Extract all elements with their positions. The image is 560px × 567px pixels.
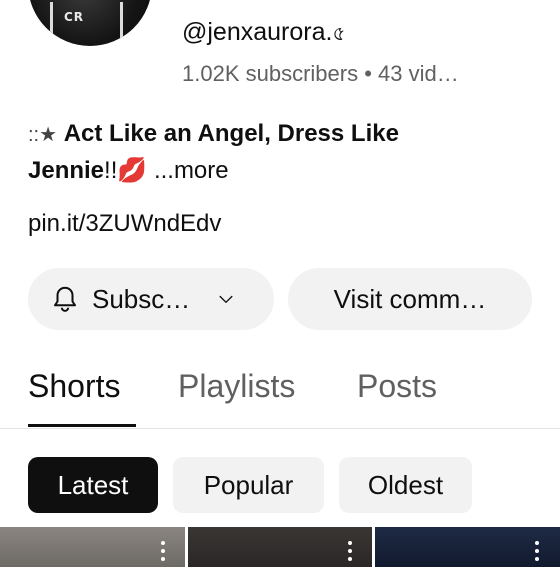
short-thumbnail[interactable] (188, 527, 372, 567)
channel-avatar[interactable]: CR (28, 0, 152, 46)
more-link[interactable]: ...more (154, 157, 229, 184)
visit-community-label: Visit comm… (333, 283, 487, 314)
subscribe-label: Subsc… (92, 283, 191, 314)
bio-line-1: Act Like an Angel, Dress Like (63, 120, 399, 147)
tab-shorts[interactable]: Shorts (28, 368, 120, 405)
chevron-down-icon (219, 295, 233, 303)
active-tab-indicator (28, 424, 136, 427)
visit-community-button[interactable]: Visit comm… (288, 268, 532, 330)
bio-exclaim: !! (104, 157, 118, 184)
bio-name: Jennie (28, 157, 105, 184)
short-thumbnail[interactable] (0, 527, 185, 567)
tab-playlists[interactable]: Playlists (178, 368, 295, 405)
tab-posts[interactable]: Posts (357, 368, 437, 405)
handle-mark: ৫ (332, 23, 346, 45)
channel-description[interactable]: ::★ Act Like an Angel, Dress Like Jennie… (28, 116, 528, 189)
more-options-icon[interactable] (161, 541, 165, 565)
channel-stats: 1.02K subscribers • 43 vid… (182, 61, 459, 86)
avatar-decoration (50, 2, 53, 42)
channel-handle: @jenxaurora.৫ (182, 18, 345, 52)
bio-prefix: ::★ (28, 124, 58, 146)
avatar-text: CR (64, 10, 85, 24)
channel-link[interactable]: pin.it/3ZUWndEdv (28, 210, 221, 238)
tab-divider (0, 428, 560, 429)
filter-latest[interactable]: Latest (28, 457, 158, 513)
avatar-decoration (120, 2, 123, 42)
short-thumbnail[interactable] (375, 527, 560, 567)
more-options-icon[interactable] (535, 541, 539, 565)
channel-handle-text: @jenxaurora. (182, 18, 333, 46)
filter-oldest[interactable]: Oldest (339, 457, 472, 513)
filter-popular[interactable]: Popular (173, 457, 324, 513)
subscribe-button[interactable]: Subsc… (28, 268, 274, 330)
more-options-icon[interactable] (348, 541, 352, 565)
channel-tabs: Shorts Playlists Posts (0, 360, 560, 430)
lips-emoji: 💋 (117, 157, 148, 184)
bell-icon (54, 286, 76, 312)
